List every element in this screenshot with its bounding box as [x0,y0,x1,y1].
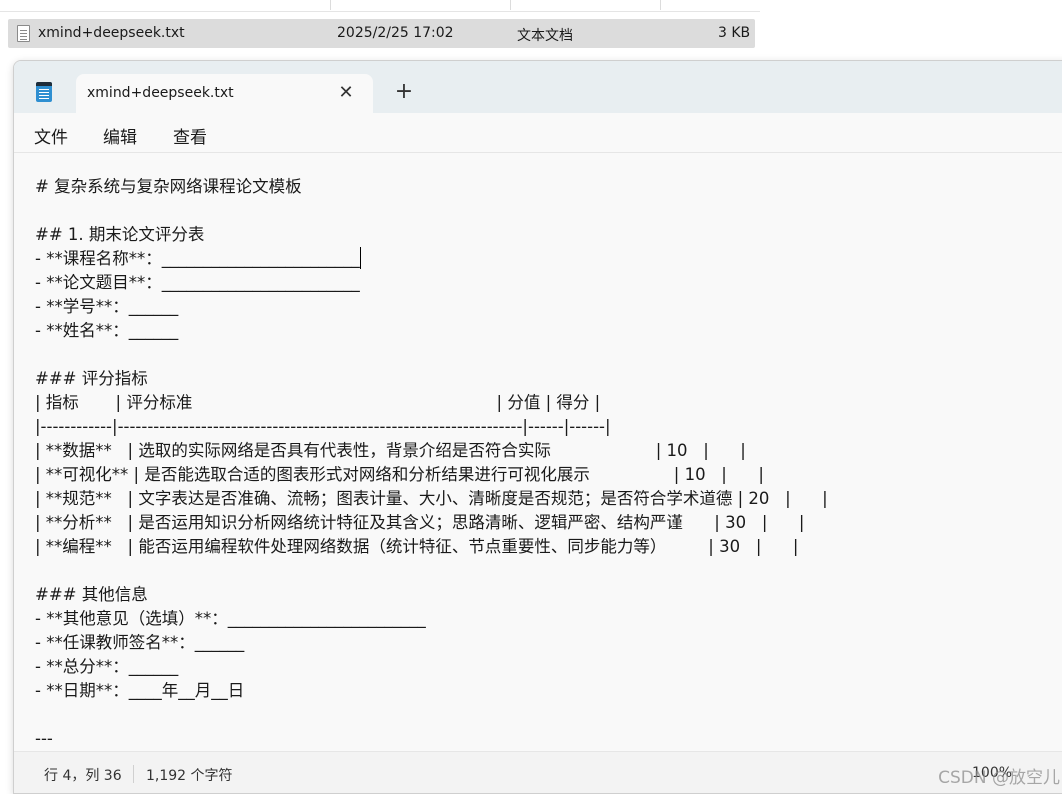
text-line: - **其他意见（选填）**：________________________ [35,609,426,628]
text-line: | **编程** | 能否运用编程软件处理网络数据（统计特征、节点重要性、同步能… [35,537,799,556]
text-line [35,343,828,367]
new-tab-button[interactable]: + [394,81,414,103]
text-line: # 复杂系统与复杂网络课程论文模板 [35,177,302,196]
character-count: 1,192 个字符 [146,768,233,784]
menu-bar: 文件 编辑 查看 [14,113,1062,153]
text-line: - **总分**：______ [35,657,179,676]
menu-file[interactable]: 文件 [34,123,68,148]
text-line: | 指标 | 评分标准 | 分值 | 得分 | [35,393,601,412]
text-line: - **学号**：______ [35,297,179,316]
text-line: - **论文题目**：________________________ [35,273,360,292]
file-type: 文本文档 [517,28,573,44]
file-list-header [0,0,760,12]
text-line [35,199,828,223]
editor-content: # 复杂系统与复杂网络课程论文模板 ## 1. 期末论文评分表 - **课程名称**… [35,175,828,751]
close-icon[interactable]: ✕ [337,84,355,102]
notepad-app-icon [36,82,52,102]
status-bar: 行 4，列 36 1,192 个字符 100% [14,751,1062,793]
tab-title: xmind+deepseek.txt [87,85,234,101]
menu-view[interactable]: 查看 [173,123,207,148]
column-divider[interactable] [660,0,661,10]
file-list-row[interactable]: xmind+deepseek.txt 2025/2/25 17:02 文本文档 … [8,19,755,48]
menu-edit[interactable]: 编辑 [103,123,137,148]
text-line: | **数据** | 选取的实际网络是否具有代表性，背景介绍是否符合实际 | 1… [35,441,746,460]
text-line: | **规范** | 文字表达是否准确、流畅；图表计量、大小、清晰度是否规范；是… [35,489,828,508]
text-file-icon [17,25,30,42]
watermark: CSDN @放空儿 [938,768,1060,788]
text-line: - **课程名称**：________________________ [35,249,360,268]
file-size: 3 KB [718,25,751,41]
text-line: - **任课教师签名**：______ [35,633,245,652]
text-editor[interactable]: # 复杂系统与复杂网络课程论文模板 ## 1. 期末论文评分表 - **课程名称**… [14,153,1062,751]
text-line: ### 其他信息 [35,585,148,604]
column-divider[interactable] [510,0,511,10]
title-bar[interactable]: xmind+deepseek.txt ✕ + [14,61,1062,113]
text-line [35,703,828,727]
status-divider [133,765,134,783]
text-line: - **姓名**：______ [35,321,179,340]
text-line [35,559,828,583]
document-tab[interactable]: xmind+deepseek.txt ✕ [76,74,373,113]
file-modified-date: 2025/2/25 17:02 [337,25,454,41]
text-line: |------------|--------------------------… [35,417,611,436]
column-divider[interactable] [330,0,331,10]
cursor-position: 行 4，列 36 [44,768,122,784]
text-line: ### 评分指标 [35,369,148,388]
text-caret [360,247,361,269]
notepad-window: xmind+deepseek.txt ✕ + 文件 编辑 查看 # 复杂系统与复… [13,60,1062,794]
text-line: - **日期**：____年__月__日 [35,681,245,700]
text-line: | **分析** | 是否运用知识分析网络统计特征及其含义；思路清晰、逻辑严密、… [35,513,805,532]
text-line: --- [35,729,53,748]
file-name: xmind+deepseek.txt [38,25,185,41]
text-line: ## 1. 期末论文评分表 [35,225,205,244]
text-line: | **可视化** | 是否能选取合适的图表形式对网络和分析结果进行可视化展示 … [35,465,764,484]
